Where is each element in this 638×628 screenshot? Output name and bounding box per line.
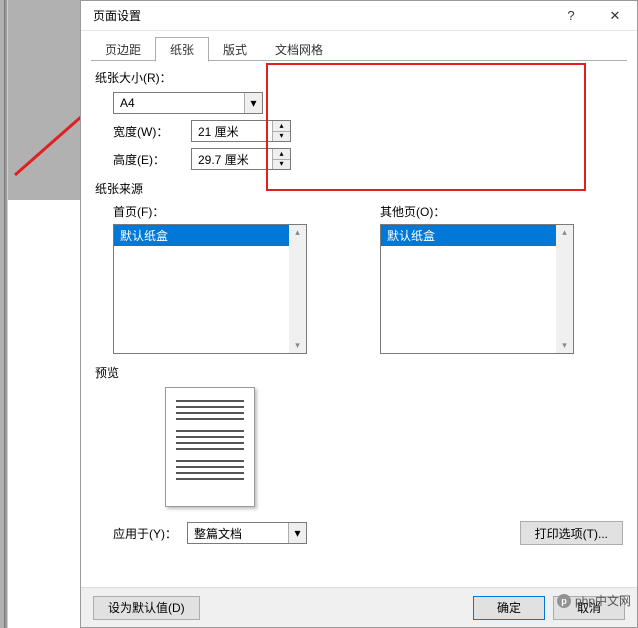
apply-to-label: 应用于(Y)： (113, 525, 177, 542)
tabstrip: 页边距 纸张 版式 文档网格 (91, 37, 627, 61)
apply-to-combo[interactable]: 整篇文档 ▾ (187, 522, 307, 544)
first-page-label: 首页(F)： (113, 203, 356, 220)
tab-docgrid[interactable]: 文档网格 (261, 38, 337, 61)
height-label: 高度(E)： (113, 151, 183, 168)
dialog-footer: 设为默认值(D) 确定 取消 (81, 587, 637, 627)
list-item[interactable]: 默认纸盒 (381, 225, 556, 246)
dialog-title: 页面设置 (93, 7, 549, 24)
cancel-button[interactable]: 取消 (553, 596, 625, 620)
print-options-button[interactable]: 打印选项(T)... (520, 521, 623, 545)
scrollbar[interactable]: ▴ ▾ (289, 225, 306, 353)
other-pages-label: 其他页(O)： (380, 203, 623, 220)
titlebar: 页面设置 ? ✕ (81, 1, 637, 31)
width-label: 宽度(W)： (113, 123, 183, 140)
spinner-up-icon[interactable]: ▴ (273, 149, 290, 160)
scroll-up-icon: ▴ (562, 227, 567, 238)
spinner-up-icon[interactable]: ▴ (273, 121, 290, 132)
paper-source-label: 纸张来源 (95, 180, 623, 197)
spinner-down-icon[interactable]: ▾ (273, 132, 290, 142)
paper-source-section: 纸张来源 首页(F)： 默认纸盒 ▴ ▾ 其他页(O)： (95, 180, 623, 354)
chevron-down-icon: ▾ (244, 93, 262, 113)
spinner-down-icon[interactable]: ▾ (273, 160, 290, 170)
paper-size-section: 纸张大小(R)： A4 ▾ 宽度(W)： 21 厘米 ▴ ▾ (95, 69, 623, 170)
tab-margins[interactable]: 页边距 (91, 38, 155, 61)
other-pages-listbox[interactable]: 默认纸盒 ▴ ▾ (380, 224, 574, 354)
tab-paper[interactable]: 纸张 (155, 37, 209, 62)
scroll-up-icon: ▴ (295, 227, 300, 238)
width-spinner[interactable]: 21 厘米 ▴ ▾ (191, 120, 291, 142)
preview-label: 预览 (95, 364, 623, 381)
set-default-button[interactable]: 设为默认值(D) (93, 596, 200, 620)
apply-to-value: 整篇文档 (188, 525, 288, 542)
first-page-listbox[interactable]: 默认纸盒 ▴ ▾ (113, 224, 307, 354)
preview-page-icon (165, 387, 255, 507)
scrollbar[interactable]: ▴ ▾ (556, 225, 573, 353)
list-item[interactable]: 默认纸盒 (114, 225, 289, 246)
close-button[interactable]: ✕ (593, 1, 637, 31)
tab-layout[interactable]: 版式 (209, 38, 261, 61)
height-spinner[interactable]: 29.7 厘米 ▴ ▾ (191, 148, 291, 170)
paper-size-value: A4 (114, 96, 244, 110)
chevron-down-icon: ▾ (288, 523, 306, 543)
paper-size-label: 纸张大小(R)： (95, 69, 623, 86)
paper-size-combo[interactable]: A4 ▾ (113, 92, 263, 114)
scroll-down-icon: ▾ (562, 340, 567, 351)
height-value: 29.7 厘米 (192, 149, 272, 169)
apply-row: 应用于(Y)： 整篇文档 ▾ 打印选项(T)... (91, 521, 627, 555)
preview-section: 预览 (95, 364, 623, 507)
width-value: 21 厘米 (192, 121, 272, 141)
ok-button[interactable]: 确定 (473, 596, 545, 620)
help-button[interactable]: ? (549, 1, 593, 31)
scroll-down-icon: ▾ (295, 340, 300, 351)
page-setup-dialog: 页面设置 ? ✕ 页边距 纸张 版式 文档网格 纸张大小(R)： A4 ▾ 宽度… (80, 0, 638, 628)
